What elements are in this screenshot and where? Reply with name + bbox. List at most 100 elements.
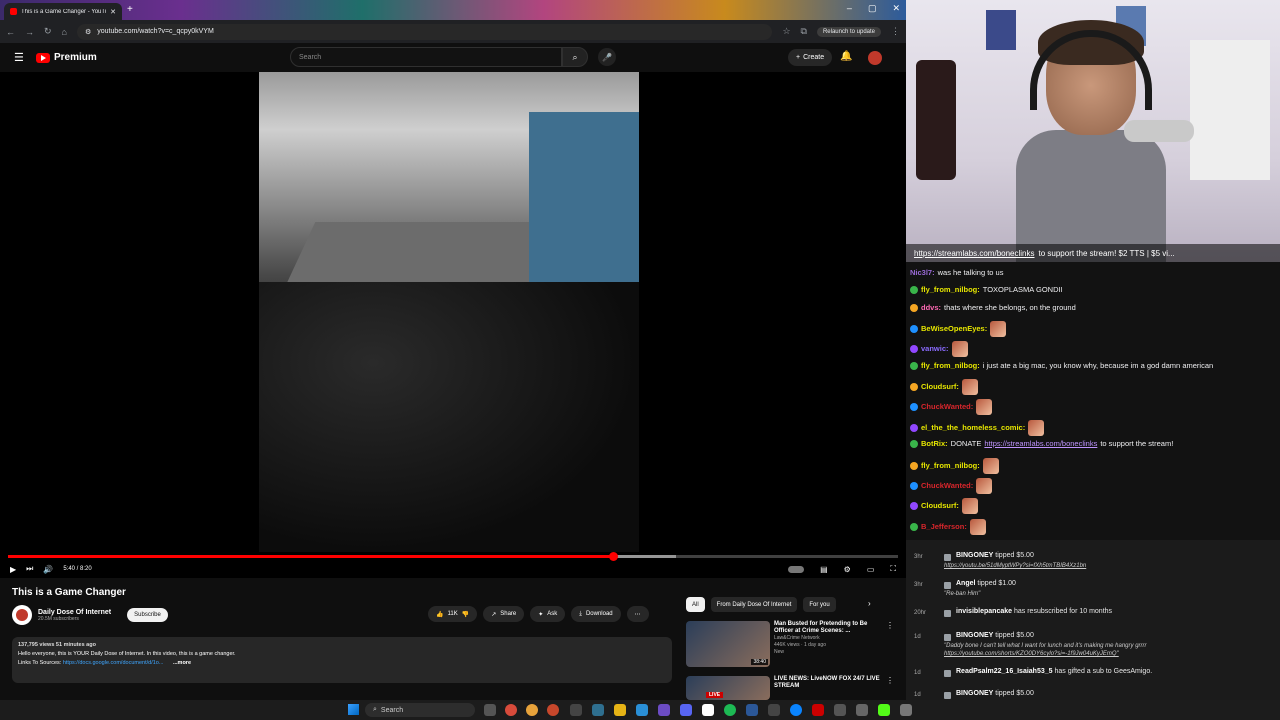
chat-username[interactable]: Nic3l7: [910,268,935,278]
app-icon[interactable] [592,704,604,716]
rec-menu-icon[interactable]: ⋮ [886,621,894,667]
rec-menu-icon[interactable]: ⋮ [886,676,894,700]
search-input[interactable]: Search [290,47,562,67]
address-bar[interactable]: ⚙ youtube.com/watch?v=c_qcpy0kVYM [76,23,773,40]
search-button[interactable]: ⌕ [562,47,588,67]
fullscreen-icon[interactable]: ⛶ [890,564,896,574]
source-link[interactable]: https://docs.google.com/document/d/1o... [63,660,164,666]
app-icon[interactable] [702,704,714,716]
chat-username[interactable]: fly_from_nilbog: [921,461,980,471]
ticker-link[interactable]: https://streamlabs.com/boneclinks [914,249,1035,258]
video-player[interactable]: ▶ ⏭ 🔊 5:40 / 8:20 ▤ ⚙ ▭ ⛶ [0,72,906,578]
windows-start-icon[interactable] [348,704,359,715]
back-icon[interactable]: ← [6,27,15,37]
file-explorer-icon[interactable] [614,704,626,716]
activity-link[interactable]: https://youtu.be/51dMyptWPy?si=fXh5tmTBI… [944,563,1086,569]
activity-user[interactable]: ReadPsalm22_16_Isaiah53_5 [956,668,1053,675]
rec-item[interactable]: LIVE LIVE NEWS: LiveNOW FOX 24/7 LIVE ST… [686,676,894,700]
minimize-icon[interactable]: – [847,3,852,14]
app-icon[interactable] [812,704,824,716]
new-tab-icon[interactable]: + [127,4,133,15]
thumbs-down-icon[interactable]: 👎 [462,611,469,618]
captions-icon[interactable]: ▤ [820,565,828,574]
share-button[interactable]: ↗ Share [483,606,525,622]
menu-icon[interactable]: ☰ [14,51,36,64]
app-icon[interactable] [746,704,758,716]
activity-link[interactable]: https://youtube.com/shorts/KZO0DY6cylo?s… [944,651,1119,657]
chat-username[interactable]: vanwic: [921,344,949,354]
settings-gear-icon[interactable]: ⚙ [844,565,851,574]
theater-mode-icon[interactable]: ▭ [867,565,875,574]
rec-thumbnail[interactable]: 38:40 [686,621,770,667]
video-frame[interactable] [259,72,639,552]
activity-user[interactable]: invisiblepancake [956,608,1012,615]
taskbar-search[interactable]: ⌕ Search [365,703,475,717]
app-icon[interactable] [834,704,846,716]
browser-tab[interactable]: This is a Game Changer - YouTube ✕ [4,3,122,20]
activity-user[interactable]: BINGONEY [956,552,993,559]
chat-link[interactable]: https://streamlabs.com/boneclinks [984,439,1097,449]
app-icon[interactable] [768,704,780,716]
chat-username[interactable]: fly_from_nilbog: [921,285,980,295]
create-button[interactable]: + Create [788,49,833,66]
app-icon[interactable] [856,704,868,716]
chat-username[interactable]: ChuckWanted: [921,481,973,491]
chat-username[interactable]: fly_from_nilbog: [921,361,980,371]
subscribe-button[interactable]: Subscribe [127,608,168,622]
description-box[interactable]: 137,795 views 51 minutes ago Hello every… [12,637,672,683]
browser-menu-icon[interactable]: ⋮ [891,26,900,37]
kick-icon[interactable] [878,704,890,716]
bookmark-star-icon[interactable]: ☆ [782,26,790,37]
chip-for-you[interactable]: For you [803,597,836,612]
app-icon[interactable] [790,704,802,716]
volume-icon[interactable]: 🔊 [43,565,53,574]
channel-name[interactable]: Daily Dose Of Internet [38,609,111,616]
app-icon[interactable] [636,704,648,716]
home-icon[interactable]: ⌂ [62,27,67,37]
play-icon[interactable]: ▶ [10,565,16,574]
youtube-logo[interactable]: Premium [36,52,97,63]
discord-icon[interactable] [680,704,692,716]
notifications-bell-icon[interactable]: 🔔 [840,51,852,62]
autoplay-toggle[interactable] [788,565,805,573]
chip-from-channel[interactable]: From Daily Dose Of Internet [710,597,798,612]
chip-all[interactable]: All [686,597,705,612]
close-tab-icon[interactable]: ✕ [110,8,116,16]
chat-username[interactable]: ChuckWanted: [921,402,973,412]
app-icon[interactable] [900,704,912,716]
chat-username[interactable]: Cloudsurf: [921,382,959,392]
close-window-icon[interactable]: ✕ [892,3,900,14]
chat-username[interactable]: ddvs: [921,303,941,313]
chat-username[interactable]: BotRix: [921,439,948,449]
channel-avatar[interactable] [12,605,32,625]
chat-username[interactable]: BeWiseOpenEyes: [921,324,987,334]
like-button[interactable]: 👍 11K 👎 [428,606,478,622]
reload-icon[interactable]: ↻ [44,26,52,37]
extensions-icon[interactable]: ⧉ [801,26,807,37]
show-more-button[interactable]: ...more [173,660,191,666]
account-avatar[interactable] [868,51,882,65]
chat-username[interactable]: B_Jefferson: [921,522,967,532]
chrome-dev-icon[interactable] [547,704,559,716]
rec-title[interactable]: LIVE NEWS: LiveNOW FOX 24/7 LIVE STREAM [774,676,882,690]
site-info-icon[interactable]: ⚙ [85,28,91,36]
relaunch-button[interactable]: Relaunch to update [816,26,881,37]
activity-user[interactable]: BINGONEY [956,690,993,697]
rec-title[interactable]: Man Busted for Pretending to Be Officer … [774,621,882,635]
task-view-icon[interactable] [484,704,496,716]
progress-bar[interactable] [8,552,898,561]
maximize-icon[interactable]: ▢ [868,3,877,14]
activity-user[interactable]: Angel [956,580,975,587]
voice-search-icon[interactable]: 🎤 [598,48,616,66]
download-button[interactable]: ⤓ Download [571,606,621,622]
next-icon[interactable]: ⏭ [26,564,33,574]
more-actions-icon[interactable]: ⋯ [626,606,649,622]
chrome-icon[interactable] [505,704,517,716]
app-icon[interactable] [570,704,582,716]
rec-thumbnail[interactable]: LIVE [686,676,770,700]
forward-icon[interactable]: → [25,27,34,37]
spotify-icon[interactable] [724,704,736,716]
ask-button[interactable]: ✦ Ask [530,606,566,622]
chat-username[interactable]: Cloudsurf: [921,501,959,511]
app-icon[interactable] [658,704,670,716]
